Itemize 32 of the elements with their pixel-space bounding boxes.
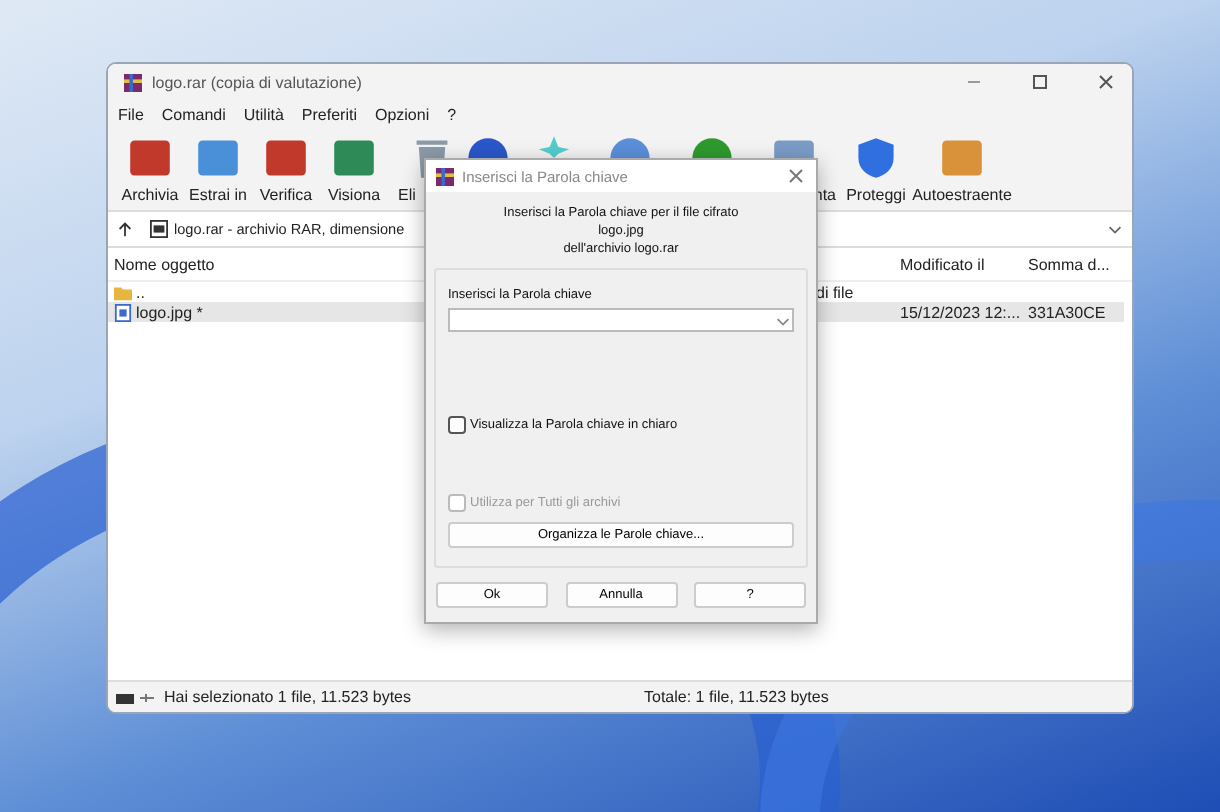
status-text: Totale: 1 file, 11.523 bytes: [644, 688, 829, 706]
toolbar-button[interactable]: Autoestraente: [916, 134, 1008, 206]
file-name: logo.jpg *: [136, 303, 203, 321]
toolbar-button[interactable]: Visiona: [320, 134, 388, 206]
close-icon[interactable]: [1096, 72, 1116, 92]
archive-app-icon: [436, 167, 454, 185]
checksum-cell: 331A30CE: [1028, 302, 1124, 322]
up-arrow-icon[interactable]: [116, 220, 134, 238]
password-field[interactable]: [448, 308, 794, 332]
toolbar-button[interactable]: Verifica: [252, 134, 320, 206]
modified-date-cell: 15/12/2023 12:...: [900, 302, 1028, 322]
close-icon[interactable]: [786, 166, 806, 186]
menu-item[interactable]: ?: [447, 105, 457, 123]
toolbar-button[interactable]: Archivia: [116, 134, 184, 206]
menu-item[interactable]: Comandi: [161, 105, 226, 123]
image-file-icon: [114, 303, 132, 321]
window-title: logo.rar (copia di valutazione): [152, 73, 362, 91]
menu-item[interactable]: File: [118, 105, 144, 123]
menu-item[interactable]: Utilità: [243, 105, 284, 123]
archive-icon: [150, 220, 168, 238]
checkbox[interactable]: [448, 416, 466, 434]
menu-item[interactable]: Opzioni: [374, 105, 430, 123]
drive-icon: [116, 689, 156, 705]
maximize-icon[interactable]: [1030, 72, 1050, 92]
toolbar-button[interactable]: Estrai in: [184, 134, 252, 206]
menu-item[interactable]: Preferiti: [301, 105, 357, 123]
file-name: ..: [136, 283, 145, 301]
shield-icon: [854, 134, 898, 182]
status-text: Hai selezionato 1 file, 11.523 bytes: [164, 688, 413, 706]
column-header[interactable]: Somma d...: [1028, 255, 1124, 273]
column-header[interactable]: Modificato il: [900, 255, 1028, 273]
archive-app-icon: [124, 73, 142, 91]
